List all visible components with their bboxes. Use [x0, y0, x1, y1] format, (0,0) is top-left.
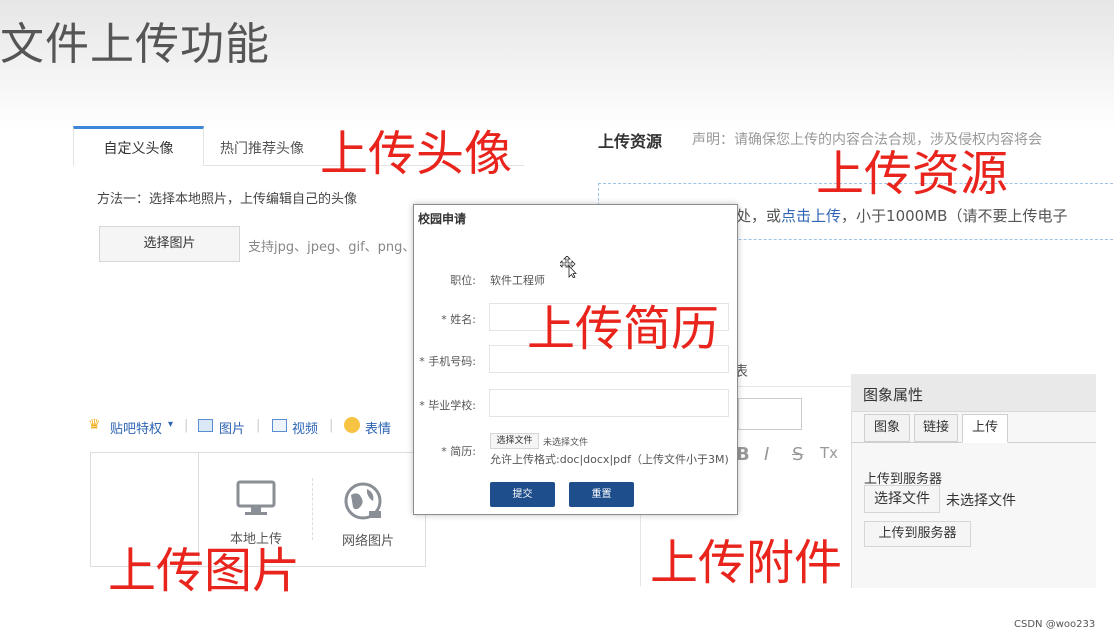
school-input[interactable]	[489, 389, 729, 417]
resource-title: 上传资源	[598, 132, 663, 151]
drop-prefix: 处，或	[736, 207, 782, 225]
reset-button[interactable]: 重置	[569, 482, 634, 507]
network-image-label[interactable]: 网络图片	[342, 530, 394, 549]
label-upload-attachment: 上传附件	[650, 535, 843, 591]
resume-no-file-text: 未选择文件	[543, 438, 589, 448]
image-tool[interactable]: 图片	[219, 418, 245, 437]
resource-drop-text: 处，或点击上传，小于1000MB（请不要上传电子	[736, 205, 1067, 226]
tab-custom-avatar[interactable]: 自定义头像	[73, 126, 204, 166]
props-no-file-text: 未选择文件	[946, 493, 1016, 509]
move-cursor-icon	[558, 255, 578, 279]
bold-icon[interactable]: B	[736, 444, 750, 465]
video-tool[interactable]: 视频	[292, 418, 318, 437]
props-choose-file-button[interactable]: 选择文件	[864, 485, 940, 513]
strikethrough-icon[interactable]: S	[792, 444, 803, 465]
submit-button[interactable]: 提交	[490, 482, 555, 507]
emoji-icon	[344, 417, 360, 433]
avatar-support-text: 支持jpg、jpeg、gif、png、	[248, 240, 416, 255]
emoji-tool[interactable]: 表情	[365, 418, 391, 437]
privilege-link[interactable]: 贴吧特权	[110, 418, 162, 437]
tab-upload[interactable]: 上传	[962, 414, 1008, 443]
position-label: 职位:	[450, 274, 476, 287]
tab-recommended-avatar[interactable]: 热门推荐头像	[220, 138, 304, 158]
school-label: * 毕业学校:	[419, 399, 476, 412]
modal-title: 校园申请	[418, 212, 467, 226]
popup-divider	[312, 478, 313, 540]
globe-icon[interactable]	[343, 481, 383, 521]
drop-suffix: ，小于1000MB（请不要上传电子	[841, 207, 1068, 225]
crown-icon: ♛	[88, 417, 101, 433]
resume-choose-file-button[interactable]: 选择文件	[490, 433, 539, 449]
divider: |	[256, 418, 261, 433]
clear-format-icon[interactable]: Tx	[820, 444, 838, 462]
click-upload-link[interactable]: 点击上传	[781, 207, 841, 225]
caret-down-icon: ▾	[168, 419, 174, 430]
label-upload-avatar: 上传头像	[320, 126, 513, 182]
editor-input-fragment[interactable]	[738, 398, 802, 430]
image-properties-title: 图象属性	[851, 374, 1096, 412]
tab-link[interactable]: 链接	[914, 414, 958, 442]
name-label: * 姓名:	[441, 313, 476, 326]
computer-icon[interactable]	[236, 480, 276, 515]
label-upload-image: 上传图片	[108, 543, 301, 599]
resume-format-hint: 允许上传格式:doc|docx|pdf（上传文件小于3M)	[490, 453, 729, 466]
select-image-button[interactable]: 选择图片	[99, 226, 240, 262]
image-icon	[198, 419, 213, 432]
phone-label: * 手机号码:	[419, 355, 476, 368]
label-upload-resource: 上传资源	[816, 146, 1009, 202]
upload-to-server-button[interactable]: 上传到服务器	[864, 521, 971, 547]
divider: |	[329, 418, 334, 433]
tab-image[interactable]: 图象	[864, 414, 910, 442]
position-value: 软件工程师	[490, 274, 545, 287]
divider: |	[184, 418, 189, 433]
italic-icon[interactable]: I	[764, 444, 769, 465]
slide-title: 文件上传功能	[0, 19, 270, 70]
video-icon	[272, 419, 287, 432]
label-upload-resume: 上传简历	[527, 301, 720, 357]
avatar-method-text: 方法一：选择本地照片，上传编辑自己的头像	[97, 192, 358, 207]
resume-label: * 简历:	[441, 445, 476, 458]
watermark: CSDN @woo233	[1014, 619, 1096, 630]
